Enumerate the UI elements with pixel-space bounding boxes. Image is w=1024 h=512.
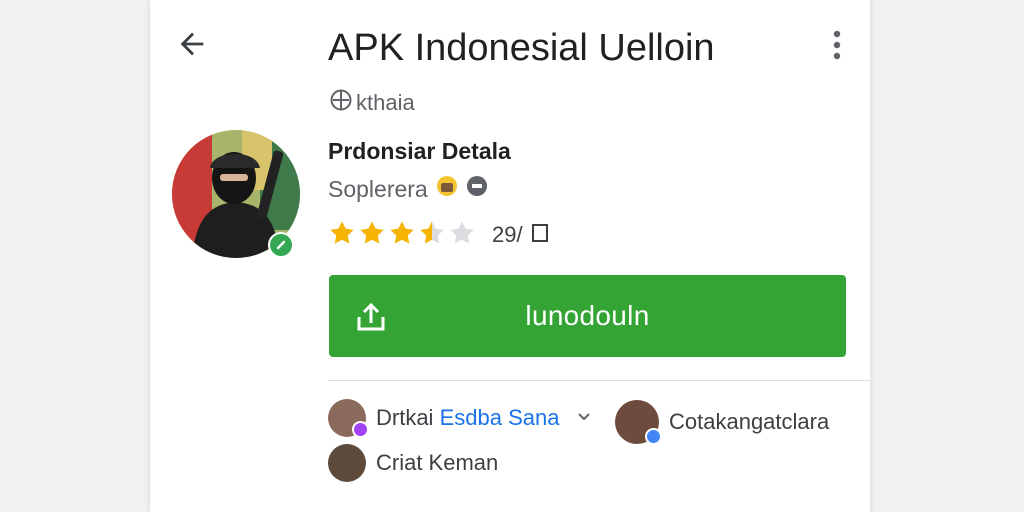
section-divider xyxy=(328,380,870,381)
person-name: Drtkai Esdba Sana xyxy=(376,405,559,431)
upload-icon xyxy=(353,299,389,335)
chevron-down-icon[interactable] xyxy=(577,409,591,427)
page-title: APK Indonesial Uelloin xyxy=(328,27,715,69)
install-button[interactable]: lunodouln xyxy=(329,275,846,357)
category-label: Soplerera xyxy=(328,175,428,202)
rating-row: 29/ xyxy=(328,220,549,250)
star-rating xyxy=(328,219,476,252)
star-icon xyxy=(328,219,356,252)
square-outline-icon xyxy=(531,223,549,248)
star-icon xyxy=(418,219,446,252)
person-item[interactable]: Cotakangatclara xyxy=(615,400,830,445)
person-name: Criat Keman xyxy=(376,450,499,475)
star-icon xyxy=(388,219,416,252)
person-prefix: Drtkai xyxy=(376,405,434,430)
rating-count: 29/ xyxy=(492,222,523,247)
back-button[interactable] xyxy=(172,26,212,66)
star-icon xyxy=(358,219,386,252)
person-item[interactable]: Drtkai Esdba Sana xyxy=(328,398,591,438)
badge-icon xyxy=(466,175,488,203)
globe-icon xyxy=(330,89,352,117)
truncated-content xyxy=(328,505,828,512)
avatar xyxy=(328,399,369,438)
check-badge-icon xyxy=(268,232,294,258)
emoji-icon xyxy=(436,175,458,203)
more-vert-icon xyxy=(833,29,841,66)
person-name: Cotakangatclara xyxy=(669,409,830,434)
person-name-highlight: Esdba Sana xyxy=(439,405,560,430)
arrow-left-icon xyxy=(175,27,209,66)
more-options-button[interactable] xyxy=(820,26,854,68)
install-label: lunodouln xyxy=(525,300,650,331)
developer-name[interactable]: Prdonsiar Detala xyxy=(328,138,511,165)
status-badge xyxy=(645,428,662,445)
category-row: Soplerera xyxy=(328,173,488,205)
app-icon xyxy=(172,130,302,260)
star-icon xyxy=(448,219,476,252)
app-details-card: APK Indonesial Uelloin kthaia Prdonsiar … xyxy=(150,0,870,512)
status-badge xyxy=(352,421,369,438)
subtitle-text: kthaia xyxy=(356,90,415,115)
person-item[interactable]: Criat Keman xyxy=(328,443,498,483)
subtitle-row: kthaia xyxy=(330,88,415,118)
avatar xyxy=(615,400,662,445)
avatar xyxy=(328,444,366,482)
